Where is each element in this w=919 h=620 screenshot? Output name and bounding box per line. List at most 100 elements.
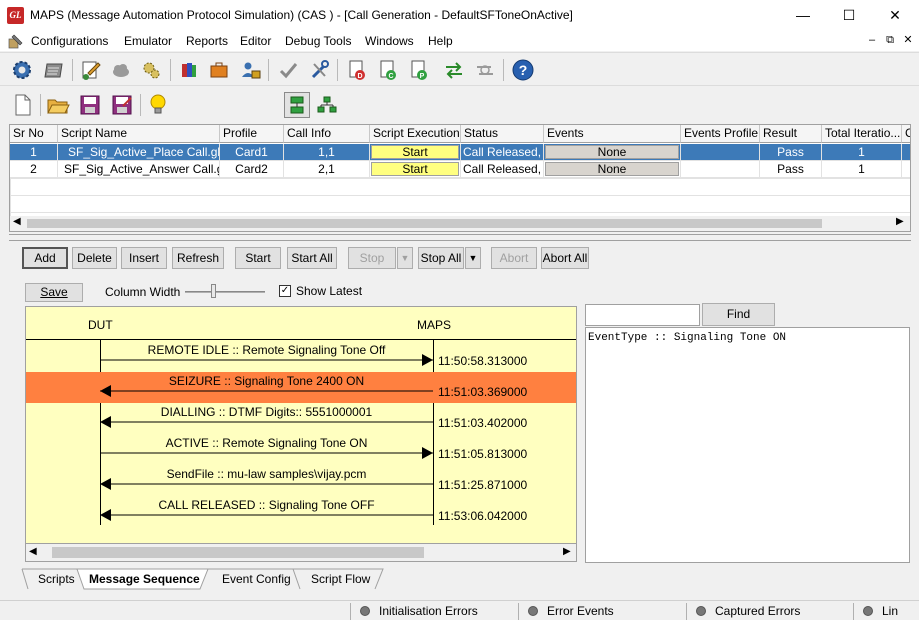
menu-editor[interactable]: Editor <box>240 34 271 48</box>
show-latest-checkbox[interactable]: ✓ <box>279 285 291 297</box>
tab-scripts[interactable]: Scripts <box>38 572 75 586</box>
stop-dropdown-icon[interactable]: ▼ <box>397 247 413 269</box>
column-header-events[interactable]: Events <box>544 125 681 143</box>
column-header-script-execution[interactable]: Script Execution <box>370 125 461 143</box>
edit-script-icon[interactable] <box>78 57 104 83</box>
minimize-button[interactable]: — <box>780 0 826 31</box>
status-line[interactable]: Lin <box>853 603 919 620</box>
mdi-close-button[interactable]: ✕ <box>900 34 916 48</box>
maximize-button[interactable]: ☐ <box>826 0 872 31</box>
scroll-thumb[interactable] <box>52 547 424 558</box>
close-button[interactable]: ✕ <box>872 0 918 31</box>
menu-windows[interactable]: Windows <box>365 34 414 48</box>
books-icon[interactable] <box>176 57 202 83</box>
grid-horizontal-scrollbar[interactable]: ◀ ▶ <box>10 216 910 231</box>
message-row[interactable]: SEIZURE :: Signaling Tone 2400 ON 11:51:0… <box>26 372 576 403</box>
tab-event-config[interactable]: Event Config <box>222 572 291 586</box>
scroll-right-icon[interactable]: ▶ <box>896 216 904 227</box>
menu-debug-tools[interactable]: Debug Tools <box>285 34 352 48</box>
column-width-slider-thumb[interactable] <box>211 284 216 298</box>
menu-emulator[interactable]: Emulator <box>124 34 172 48</box>
abort-button[interactable]: Abort <box>491 247 537 269</box>
column-header-result[interactable]: Result <box>760 125 822 143</box>
abort-all-button[interactable]: Abort All <box>541 247 589 269</box>
menu-configurations[interactable]: Configurations <box>31 34 108 48</box>
mdi-minimize-button[interactable]: – <box>864 34 880 48</box>
start-button[interactable]: Start <box>235 247 281 269</box>
scroll-thumb[interactable] <box>27 219 822 228</box>
app-menu-icon[interactable] <box>8 33 24 49</box>
event-details-text[interactable]: EventType :: Signaling Tone ON <box>585 327 910 563</box>
start-script-button[interactable]: Start <box>371 145 459 159</box>
stop-all-button[interactable]: Stop All <box>418 247 464 269</box>
cell-script-name: SF_Sig_Active_Place Call.gls <box>58 144 220 161</box>
scroll-left-icon[interactable]: ◀ <box>29 546 37 557</box>
cloud-icon[interactable] <box>108 57 134 83</box>
transfer-arrows-icon[interactable] <box>441 57 467 83</box>
column-header-status[interactable]: Status <box>461 125 544 143</box>
table-row[interactable]: 1 SF_Sig_Active_Place Call.gls Card1 1,1… <box>10 144 910 161</box>
save-as-icon[interactable] <box>109 92 135 118</box>
table-row[interactable]: 2 SF_Sig_Active_Answer Call.gls Card2 2,… <box>10 161 910 178</box>
events-none-button[interactable]: None <box>545 145 679 159</box>
status-indicator-icon <box>528 606 538 616</box>
column-header-script-name[interactable]: Script Name <box>58 125 220 143</box>
tools-icon[interactable] <box>306 57 332 83</box>
column-header-total-iterations[interactable]: Total Iteratio... <box>822 125 902 143</box>
find-input[interactable] <box>585 304 700 326</box>
status-captured-errors[interactable]: Captured Errors <box>686 603 846 620</box>
save-button[interactable]: Save <box>25 283 83 302</box>
c-document-icon[interactable]: C <box>375 57 401 83</box>
tab-message-sequence[interactable]: Message Sequence <box>89 572 200 586</box>
lightbulb-icon[interactable] <box>145 92 171 118</box>
tile-vertical-icon[interactable] <box>284 92 310 118</box>
open-folder-icon[interactable] <box>45 92 71 118</box>
gear-icon[interactable] <box>9 57 35 83</box>
new-file-icon[interactable] <box>10 92 36 118</box>
d-document-icon[interactable]: D <box>344 57 370 83</box>
scroll-left-icon[interactable]: ◀ <box>13 216 21 227</box>
scroll-right-icon[interactable]: ▶ <box>563 546 571 557</box>
add-button[interactable]: Add <box>22 247 68 269</box>
column-width-slider[interactable] <box>185 291 265 293</box>
gears-icon[interactable] <box>139 57 165 83</box>
help-icon[interactable]: ? <box>510 57 536 83</box>
refresh-button[interactable]: Refresh <box>172 247 224 269</box>
find-button[interactable]: Find <box>702 303 775 326</box>
column-header-c[interactable]: C <box>902 125 910 143</box>
message-row[interactable]: ACTIVE :: Remote Signaling Tone ON 11:51:… <box>26 434 576 465</box>
save-icon[interactable] <box>77 92 103 118</box>
delete-button[interactable]: Delete <box>72 247 117 269</box>
status-error-events[interactable]: Error Events <box>518 603 678 620</box>
message-row[interactable]: CALL RELEASED :: Signaling Tone OFF 11:53… <box>26 496 576 527</box>
p-document-icon[interactable]: P <box>406 57 432 83</box>
tree-view-icon[interactable] <box>314 92 340 118</box>
diagram-horizontal-scrollbar[interactable]: ◀ ▶ <box>25 544 577 562</box>
insert-button[interactable]: Insert <box>121 247 167 269</box>
start-all-button[interactable]: Start All <box>287 247 337 269</box>
column-header-sr-no[interactable]: Sr No <box>10 125 58 143</box>
column-header-profile[interactable]: Profile <box>220 125 284 143</box>
check-tool-icon[interactable] <box>275 57 301 83</box>
svg-text:?: ? <box>519 62 528 78</box>
mdi-restore-button[interactable]: ⧉ <box>882 34 898 48</box>
message-row[interactable]: SendFile :: mu-law samples\vijay.pcm 11:5… <box>26 465 576 496</box>
stop-all-dropdown-icon[interactable]: ▼ <box>465 247 481 269</box>
column-header-events-profile[interactable]: Events Profile <box>681 125 760 143</box>
message-row[interactable]: DIALLING :: DTMF Digits:: 5551000001 11:5… <box>26 403 576 434</box>
column-header-call-info[interactable]: Call Info <box>284 125 370 143</box>
briefcase-icon[interactable] <box>206 57 232 83</box>
status-initialisation-errors[interactable]: Initialisation Errors <box>350 603 512 620</box>
menu-reports[interactable]: Reports <box>186 34 228 48</box>
events-none-button[interactable]: None <box>545 162 679 176</box>
panel-splitter[interactable] <box>9 234 911 241</box>
message-row[interactable]: REMOTE IDLE :: Remote Signaling Tone Off… <box>26 341 576 372</box>
tab-script-flow[interactable]: Script Flow <box>311 572 370 586</box>
start-script-button[interactable]: Start <box>371 162 459 176</box>
transfer-disabled-icon[interactable] <box>472 57 498 83</box>
lock-user-icon[interactable] <box>238 57 264 83</box>
cell-script-execution: Start <box>370 161 461 178</box>
stop-button[interactable]: Stop <box>348 247 396 269</box>
list-icon[interactable] <box>41 57 67 83</box>
menu-help[interactable]: Help <box>428 34 453 48</box>
